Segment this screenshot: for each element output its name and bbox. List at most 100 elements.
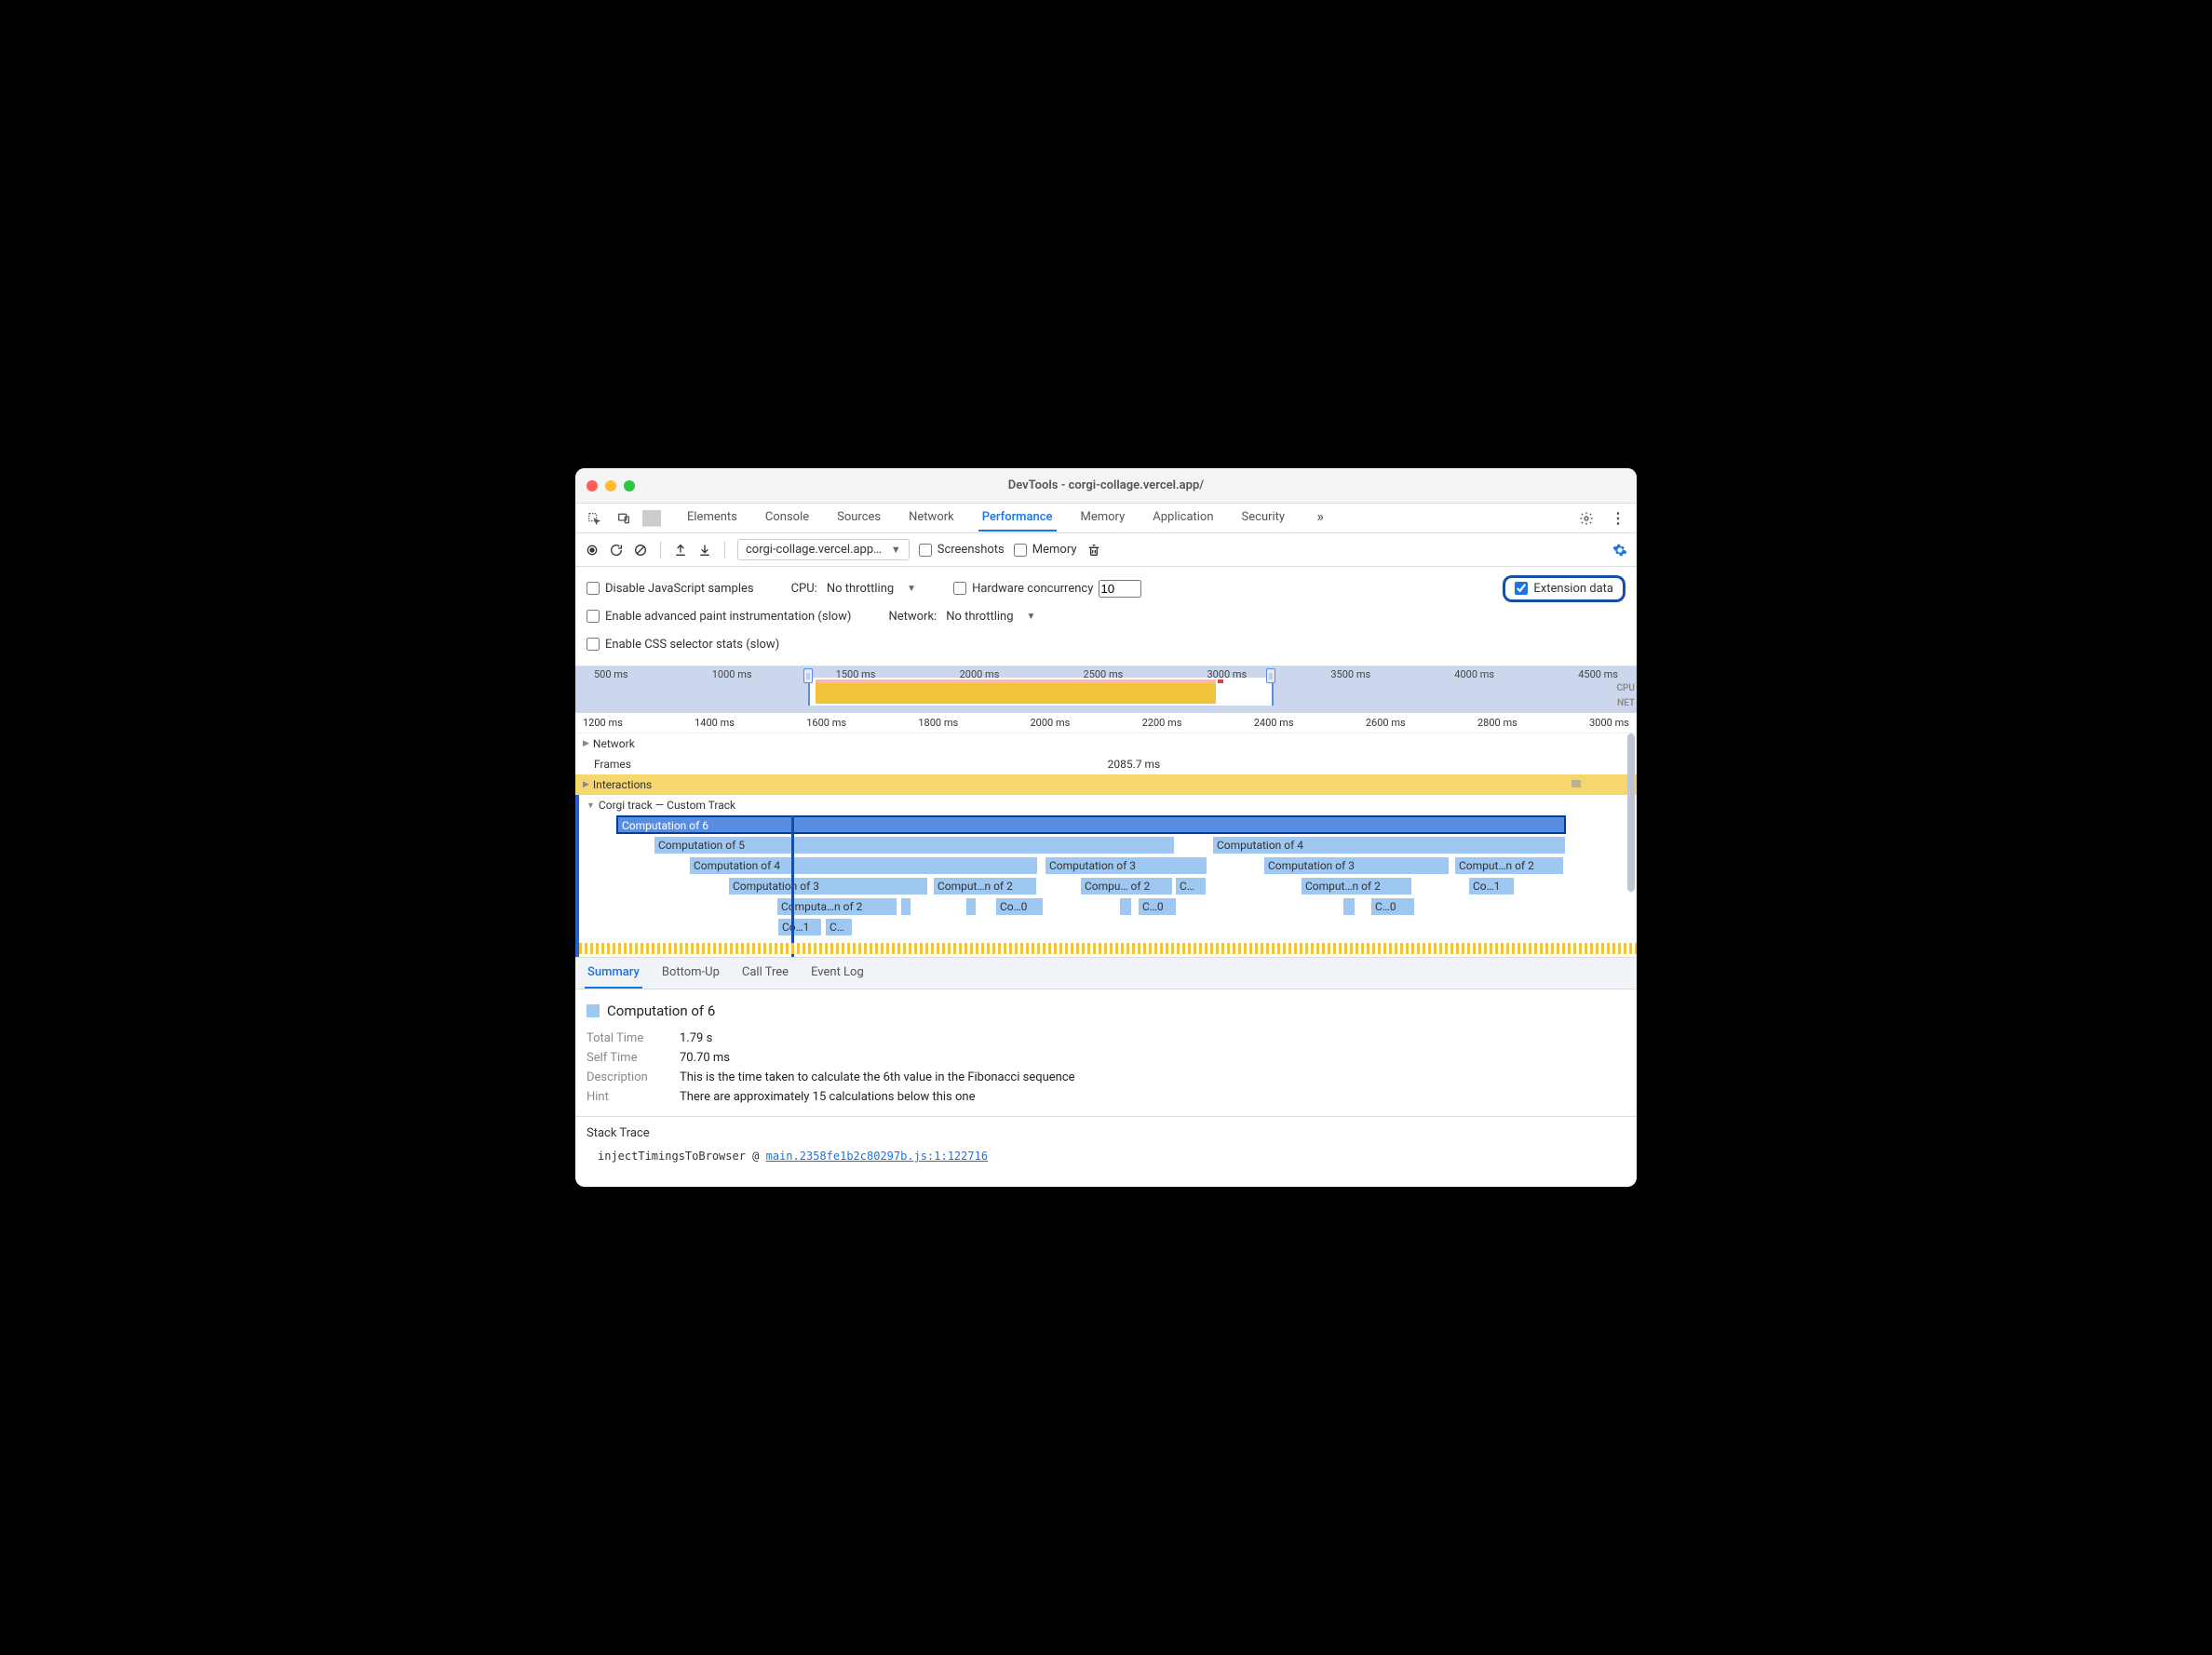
track-corgi[interactable]: ▼Corgi track — Custom Track	[575, 795, 1637, 815]
net-throttle[interactable]: Network:No throttling▼	[888, 608, 1035, 626]
separator	[724, 542, 725, 558]
separator	[660, 542, 661, 558]
flame-bar[interactable]: Compu… of 2	[1080, 877, 1173, 895]
flame-bar[interactable]: Computation of 4	[1212, 836, 1566, 854]
screenshots-input[interactable]	[919, 544, 932, 557]
more-tabs-icon[interactable]: »	[1309, 505, 1331, 527]
chevron-down-icon: ▼	[587, 801, 595, 811]
tab-summary[interactable]: Summary	[585, 958, 642, 989]
tab-security[interactable]: Security	[1238, 505, 1289, 531]
recording-select[interactable]: corgi-collage.vercel.app… ▼	[737, 539, 910, 560]
tab-sources[interactable]: Sources	[833, 505, 884, 531]
record-icon[interactable]	[585, 543, 600, 558]
chevron-down-icon: ▼	[1027, 612, 1036, 622]
traffic-lights	[587, 480, 635, 491]
stack-trace: Stack Trace injectTimingsToBrowser @ mai…	[575, 1116, 1637, 1172]
gear-icon[interactable]	[1575, 507, 1598, 530]
flame-bar[interactable]: Computation of 5	[654, 836, 1175, 854]
chevron-down-icon: ▼	[907, 584, 916, 594]
timeline-overview[interactable]: 500 ms 1000 ms 1500 ms 2000 ms 2500 ms 3…	[575, 666, 1637, 713]
track-interactions[interactable]: ▶Interactions	[575, 774, 1637, 795]
gc-icon[interactable]	[1086, 543, 1101, 558]
extension-data-checkbox[interactable]: Extension data	[1503, 575, 1625, 602]
flame-bar[interactable]: Co…0	[995, 897, 1044, 916]
recording-url: corgi-collage.vercel.app…	[746, 543, 882, 557]
stack-title: Stack Trace	[587, 1126, 1625, 1140]
perf-toolbar: corgi-collage.vercel.app… ▼ Screenshots M…	[575, 533, 1637, 567]
reload-record-icon[interactable]	[609, 543, 624, 558]
chevron-right-icon: ▶	[583, 780, 589, 789]
flame-bar[interactable]: Computation of 3	[728, 877, 928, 895]
flame-bar[interactable]: Co…1	[1468, 877, 1515, 895]
flame-bar[interactable]: C…	[1175, 877, 1207, 895]
kebab-icon[interactable]: ⋮	[1607, 507, 1629, 530]
flame-bar[interactable]: Comput…n of 2	[1454, 856, 1564, 875]
flame-bar[interactable]: C…0	[1370, 897, 1415, 916]
flame-bar[interactable]	[1342, 897, 1356, 916]
tab-call-tree[interactable]: Call Tree	[739, 958, 791, 989]
flame-bar[interactable]: Co…1	[777, 918, 822, 936]
upload-icon[interactable]	[673, 543, 688, 558]
capture-settings: Disable JavaScript samples CPU:No thrott…	[575, 567, 1637, 666]
flame-bar[interactable]	[900, 897, 911, 916]
flame-chart[interactable]: Computation of 6 Computation of 5 Comput…	[575, 815, 1637, 957]
tracks-panel: 1200 ms 1400 ms 1600 ms 1800 ms 2000 ms …	[575, 713, 1637, 957]
main-tabs-row: Elements Console Sources Network Perform…	[575, 504, 1637, 533]
brush-handle-right[interactable]: ||	[1266, 668, 1275, 683]
tab-console[interactable]: Console	[762, 505, 813, 531]
scrollbar[interactable]	[1627, 733, 1635, 892]
tab-memory[interactable]: Memory	[1077, 505, 1129, 531]
tab-performance[interactable]: Performance	[978, 505, 1057, 531]
tab-application[interactable]: Application	[1149, 505, 1217, 531]
timeline-strip	[579, 943, 1637, 954]
chevron-right-icon: ▶	[583, 739, 589, 748]
summary-title: Computation of 6	[607, 1002, 715, 1019]
tab-elements[interactable]: Elements	[683, 505, 741, 531]
stack-fn: injectTimingsToBrowser @	[598, 1150, 766, 1163]
tab-network[interactable]: Network	[905, 505, 958, 531]
device-icon[interactable]	[613, 507, 635, 530]
maximize-icon[interactable]	[624, 480, 635, 491]
flame-bar[interactable]: Comput…n of 2	[1301, 877, 1412, 895]
minimize-icon[interactable]	[605, 480, 616, 491]
cursor-line	[791, 815, 794, 957]
inspect-icon[interactable]	[583, 507, 605, 530]
flame-bar[interactable]: Computation of 3	[1045, 856, 1207, 875]
brush-handle-left[interactable]: ||	[803, 668, 813, 683]
detail-tabs: Summary Bottom-Up Call Tree Event Log	[575, 957, 1637, 989]
chevron-down-icon: ▼	[891, 544, 901, 556]
flame-bar[interactable]: C…	[825, 918, 853, 936]
flame-bar[interactable]	[965, 897, 977, 916]
perf-settings-icon[interactable]	[1612, 543, 1627, 558]
tab-bottom-up[interactable]: Bottom-Up	[659, 958, 722, 989]
close-icon[interactable]	[587, 480, 598, 491]
screenshots-checkbox[interactable]: Screenshots	[919, 543, 1005, 557]
track-frames[interactable]: Frames2085.7 ms	[575, 754, 1637, 774]
disable-js-checkbox[interactable]: Disable JavaScript samples	[587, 582, 754, 596]
memory-checkbox[interactable]: Memory	[1014, 543, 1077, 557]
main-tabs: Elements Console Sources Network Perform…	[683, 505, 1568, 531]
devtools-window: DevTools - corgi-collage.vercel.app/ Ele…	[575, 468, 1637, 1187]
flame-bar[interactable]: Computation of 4	[689, 856, 1038, 875]
flame-bar[interactable]: Comput…n of 2	[933, 877, 1037, 895]
hw-concurrency[interactable]: Hardware concurrency	[953, 580, 1141, 598]
hw-concurrency-input[interactable]	[1099, 580, 1141, 598]
frames-value: 2085.7 ms	[631, 758, 1637, 771]
tab-event-log[interactable]: Event Log	[808, 958, 867, 989]
stack-link[interactable]: main.2358fe1b2c80297b.js:1:122716	[766, 1150, 988, 1163]
titlebar: DevTools - corgi-collage.vercel.app/	[575, 468, 1637, 504]
flame-bar[interactable]: Computation of 3	[1263, 856, 1450, 875]
overview-labels: CPU NET	[1616, 681, 1635, 711]
flame-bar-selected[interactable]: Computation of 6	[616, 815, 1566, 834]
cpu-throttle[interactable]: CPU:No throttling▼	[791, 580, 916, 598]
download-icon[interactable]	[697, 543, 712, 558]
flame-bar[interactable]: C…0	[1138, 897, 1177, 916]
clear-icon[interactable]	[633, 543, 648, 558]
flame-bar[interactable]	[1119, 897, 1132, 916]
memory-input[interactable]	[1014, 544, 1027, 557]
overview-activity	[1218, 679, 1223, 683]
css-stats-checkbox[interactable]: Enable CSS selector stats (slow)	[587, 638, 779, 652]
adv-paint-checkbox[interactable]: Enable advanced paint instrumentation (s…	[587, 610, 851, 624]
flame-bar[interactable]: Computa…n of 2	[776, 897, 897, 916]
track-network[interactable]: ▶Network	[575, 733, 1637, 754]
